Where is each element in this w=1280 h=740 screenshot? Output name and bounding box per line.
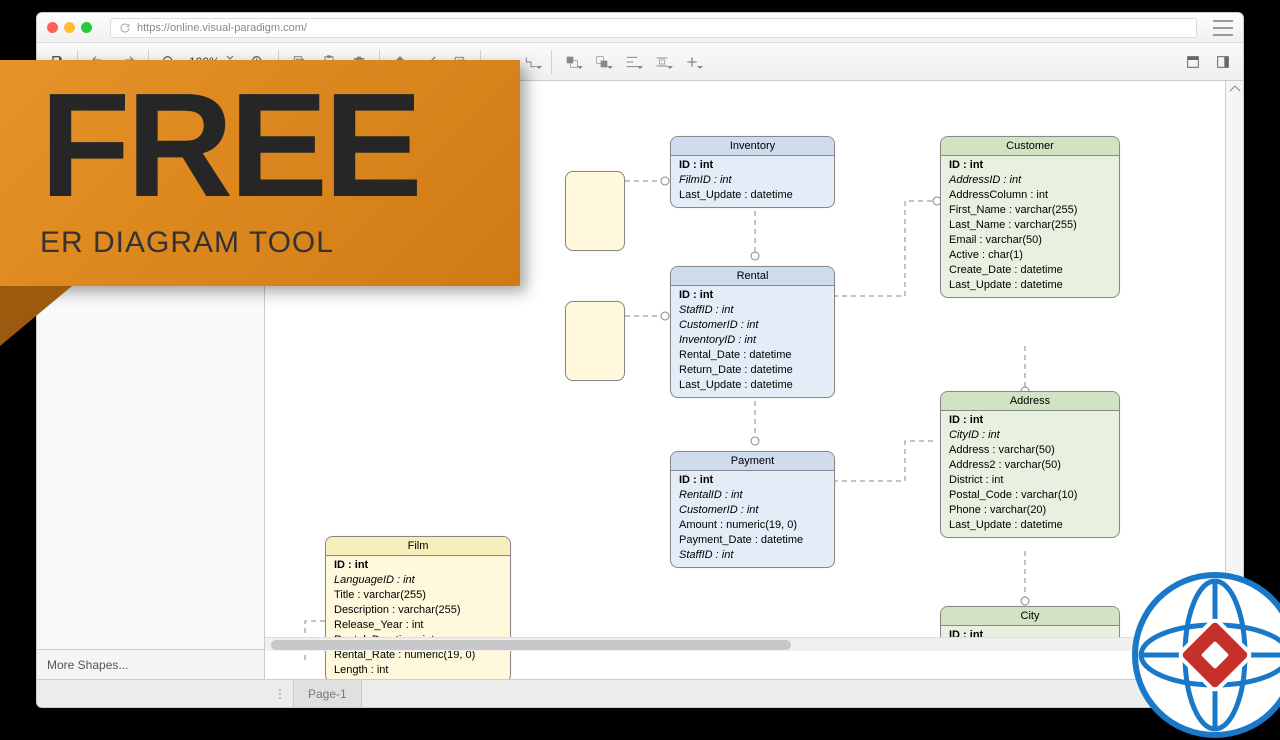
entity-inventory[interactable]: Inventory ID : intFilmID : intLast_Updat… <box>670 136 835 208</box>
entity-attribute: StaffID : int <box>679 303 826 318</box>
entity-attribute: RentalID : int <box>679 488 826 503</box>
align-button[interactable] <box>618 48 646 76</box>
entity-title: Inventory <box>671 137 834 156</box>
window-controls <box>47 22 92 33</box>
more-shapes-button[interactable]: More Shapes... <box>37 649 264 679</box>
minimize-window-icon[interactable] <box>64 22 75 33</box>
entity-attribute: AddressColumn : int <box>949 188 1111 203</box>
entity-attribute: Last_Update : datetime <box>679 378 826 393</box>
entity-attribute: Amount : numeric(19, 0) <box>679 518 826 533</box>
page-tabs: ⋮ Page-1 <box>37 679 1243 707</box>
distribute-button[interactable] <box>648 48 676 76</box>
entity-title: Payment <box>671 452 834 471</box>
to-back-button[interactable] <box>588 48 616 76</box>
entity-title: City <box>941 607 1119 626</box>
close-window-icon[interactable] <box>47 22 58 33</box>
maximize-window-icon[interactable] <box>81 22 92 33</box>
entity-attribute: InventoryID : int <box>679 333 826 348</box>
entity-attribute: District : int <box>949 473 1111 488</box>
entity-attribute: ID : int <box>334 558 502 573</box>
entity-attribute: Length : int <box>334 663 502 678</box>
entity-attribute: Release_Year : int <box>334 618 502 633</box>
entity-attribute: Active : char(1) <box>949 248 1111 263</box>
entity-customer[interactable]: Customer ID : intAddressID : intAddressC… <box>940 136 1120 298</box>
entity-attribute: CustomerID : int <box>679 503 826 518</box>
entity-attribute: ID : int <box>679 473 826 488</box>
entity-attribute: Return_Date : datetime <box>679 363 826 378</box>
page-tab-label: Page-1 <box>308 687 347 701</box>
entity-hidden-1[interactable] <box>565 171 625 251</box>
entity-attribute: LanguageID : int <box>334 573 502 588</box>
entity-attribute: Address2 : varchar(50) <box>949 458 1111 473</box>
entity-attribute: ID : int <box>949 413 1111 428</box>
entity-attribute: Last_Update : datetime <box>679 188 826 203</box>
to-front-button[interactable] <box>558 48 586 76</box>
page-tab-1[interactable]: Page-1 <box>293 680 362 707</box>
entity-title: Customer <box>941 137 1119 156</box>
entity-attribute: CityID : int <box>949 428 1111 443</box>
entity-attribute: CustomerID : int <box>679 318 826 333</box>
add-button[interactable] <box>678 48 706 76</box>
entity-attribute: Payment_Date : datetime <box>679 533 826 548</box>
entity-hidden-2[interactable] <box>565 301 625 381</box>
entity-address[interactable]: Address ID : intCityID : intAddress : va… <box>940 391 1120 538</box>
entity-attribute: AddressID : int <box>949 173 1111 188</box>
brand-logo <box>1130 570 1280 740</box>
outline-panel-button[interactable] <box>1209 48 1237 76</box>
entity-title: Film <box>326 537 510 556</box>
entity-attribute: First_Name : varchar(255) <box>949 203 1111 218</box>
entity-attribute: ID : int <box>679 288 826 303</box>
entity-attribute: Title : varchar(255) <box>334 588 502 603</box>
waypoint-button[interactable] <box>517 48 545 76</box>
more-shapes-label: More Shapes... <box>47 658 128 672</box>
scroll-up-icon[interactable] <box>1226 81 1243 95</box>
banner-subtitle: ER DIAGRAM TOOL <box>40 226 492 260</box>
entity-title: Address <box>941 392 1119 411</box>
menu-icon[interactable] <box>1213 20 1233 36</box>
entity-payment[interactable]: Payment ID : intRentalID : intCustomerID… <box>670 451 835 568</box>
add-page-button[interactable]: ⋮ <box>267 687 293 701</box>
promo-banner: FREE ER DIAGRAM TOOL <box>0 60 520 346</box>
banner-title: FREE <box>40 78 492 214</box>
entity-attribute: Last_Update : datetime <box>949 278 1111 293</box>
entity-attribute: Address : varchar(50) <box>949 443 1111 458</box>
scroll-thumb[interactable] <box>271 640 791 650</box>
entity-attribute: Email : varchar(50) <box>949 233 1111 248</box>
entity-attribute: Last_Update : datetime <box>949 518 1111 533</box>
format-panel-button[interactable] <box>1179 48 1207 76</box>
entity-attribute: Phone : varchar(20) <box>949 503 1111 518</box>
entity-attribute: Description : varchar(255) <box>334 603 502 618</box>
entity-attribute: FilmID : int <box>679 173 826 188</box>
entity-attribute: ID : int <box>949 158 1111 173</box>
horizontal-scrollbar[interactable] <box>265 637 1225 651</box>
url-text: https://online.visual-paradigm.com/ <box>137 22 307 34</box>
entity-attribute: Rental_Date : datetime <box>679 348 826 363</box>
address-bar[interactable]: https://online.visual-paradigm.com/ <box>110 18 1197 38</box>
entity-attribute: Postal_Code : varchar(10) <box>949 488 1111 503</box>
browser-titlebar: https://online.visual-paradigm.com/ <box>37 13 1243 43</box>
entity-attribute: Last_Name : varchar(255) <box>949 218 1111 233</box>
entity-attribute: Create_Date : datetime <box>949 263 1111 278</box>
entity-film[interactable]: Film ID : intLanguageID : intTitle : var… <box>325 536 511 679</box>
reload-icon <box>119 22 131 34</box>
entity-title: Rental <box>671 267 834 286</box>
entity-rental[interactable]: Rental ID : intStaffID : intCustomerID :… <box>670 266 835 398</box>
entity-attribute: StaffID : int <box>679 548 826 563</box>
entity-attribute: ID : int <box>679 158 826 173</box>
